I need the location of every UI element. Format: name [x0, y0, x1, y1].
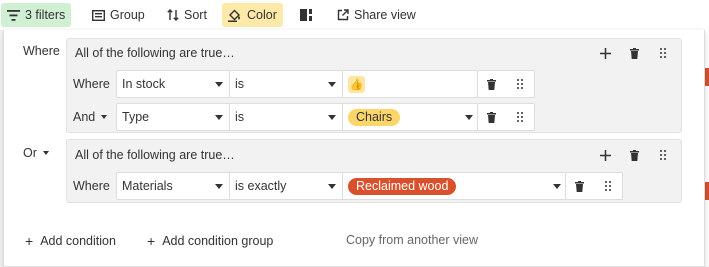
operator-select-value: is	[235, 110, 245, 124]
trash-icon[interactable]	[624, 145, 644, 165]
color-label: Color	[247, 8, 277, 22]
add-icon[interactable]	[595, 43, 615, 63]
share-view-label: Share view	[354, 8, 416, 22]
trash-icon[interactable]	[569, 176, 589, 196]
field-select-value: Type	[122, 110, 150, 124]
value-select[interactable]: 👍	[343, 71, 479, 97]
add-condition-group-label: Add condition group	[162, 234, 274, 248]
chevron-down-icon	[328, 115, 336, 120]
group-icon	[92, 9, 105, 21]
add-condition-group-button[interactable]: + Add condition group	[147, 233, 273, 249]
chevron-down-icon	[215, 82, 223, 87]
share-icon	[337, 9, 349, 21]
condition-actions	[477, 70, 535, 98]
sort-label: Sort	[184, 8, 207, 22]
group-title: All of the following are true…	[75, 46, 235, 60]
chevron-down-icon	[215, 115, 223, 120]
value-select[interactable]: Reclaimed wood	[343, 173, 567, 199]
group-conjunction-select[interactable]: Or	[23, 146, 49, 160]
chevron-down-icon	[328, 82, 336, 87]
add-condition-label: Add condition	[40, 234, 116, 248]
sort-icon	[167, 9, 179, 21]
condition-row: Type is Chairs	[116, 103, 478, 131]
drag-handle-icon[interactable]	[653, 145, 673, 165]
drag-handle-icon[interactable]	[510, 107, 530, 127]
chevron-down-icon	[101, 115, 108, 119]
chevron-down-icon	[553, 184, 561, 189]
group-label: Group	[110, 8, 145, 22]
drag-handle-icon[interactable]	[653, 43, 673, 63]
field-select[interactable]: In stock	[117, 71, 230, 97]
conjunction-select[interactable]: And	[73, 110, 108, 124]
chevron-down-icon	[42, 151, 49, 155]
field-select[interactable]: Materials	[117, 173, 230, 199]
condition-conjunction: And	[73, 110, 96, 124]
condition-group: All of the following are true… Where Mat…	[66, 139, 682, 203]
drag-handle-icon[interactable]	[598, 176, 618, 196]
field-select-value: Materials	[122, 179, 173, 193]
add-condition-button[interactable]: + Add condition	[25, 233, 116, 249]
operator-select-value: is	[235, 77, 245, 91]
condition-conjunction: Where	[73, 179, 110, 193]
condition-conjunction: Where	[73, 77, 110, 91]
thumbs-up-icon: 👍	[348, 75, 365, 93]
group-conjunction-label: Where	[23, 44, 60, 58]
condition-actions	[565, 172, 623, 200]
condition-group: All of the following are true… Where In …	[66, 38, 682, 133]
copy-from-view-label: Copy from another view	[346, 233, 479, 247]
value-select[interactable]: Chairs	[343, 104, 479, 130]
field-select[interactable]: Type	[117, 104, 230, 130]
sort-button[interactable]: Sort	[161, 3, 213, 27]
group-title: All of the following are true…	[75, 148, 235, 162]
copy-from-view-button[interactable]: Copy from another view	[346, 233, 478, 247]
trash-icon[interactable]	[481, 107, 501, 127]
value-pill: Chairs	[348, 108, 401, 126]
value-pill: Reclaimed wood	[348, 177, 457, 195]
filter-icon	[7, 9, 20, 21]
filters-label: 3 filters	[25, 8, 66, 22]
paint-bucket-icon	[228, 9, 240, 22]
operator-select[interactable]: is	[230, 71, 343, 97]
condition-row: Materials is exactly Reclaimed wood	[116, 172, 566, 200]
plus-icon: +	[25, 233, 34, 249]
chevron-down-icon	[328, 184, 336, 189]
plus-icon: +	[147, 233, 156, 249]
operator-select[interactable]: is exactly	[230, 173, 343, 199]
row-height-button[interactable]	[294, 3, 318, 27]
operator-select[interactable]: is	[230, 104, 343, 130]
trash-icon[interactable]	[481, 74, 501, 94]
filters-button[interactable]: 3 filters	[1, 3, 72, 27]
condition-row: In stock is 👍	[116, 70, 478, 98]
condition-actions	[477, 103, 535, 131]
chevron-down-icon	[465, 115, 473, 120]
view-toolbar: 3 filters Group Sort Color Share view	[0, 0, 709, 30]
group-conjunction-label: Or	[23, 146, 37, 160]
operator-select-value: is exactly	[235, 179, 287, 193]
field-select-value: In stock	[122, 77, 166, 91]
row-height-icon	[300, 9, 312, 21]
drag-handle-icon[interactable]	[510, 74, 530, 94]
share-view-button[interactable]: Share view	[331, 3, 422, 27]
color-button[interactable]: Color	[222, 3, 283, 27]
chevron-down-icon	[215, 184, 223, 189]
group-button[interactable]: Group	[86, 3, 151, 27]
trash-icon[interactable]	[624, 43, 644, 63]
add-icon[interactable]	[595, 145, 615, 165]
